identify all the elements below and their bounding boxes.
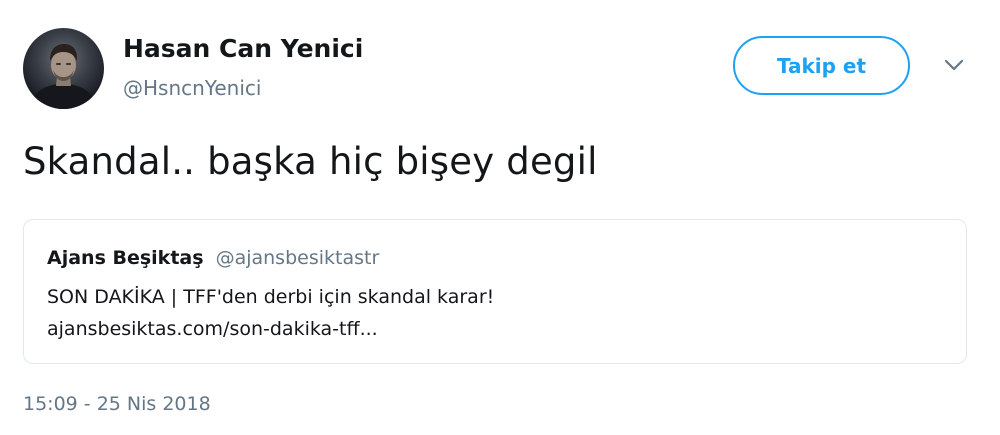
tweet-text: Skandal.. başka hiç bişey degil bbox=[23, 140, 598, 183]
tweet-timestamp[interactable]: 15:09 - 25 Nis 2018 bbox=[23, 393, 211, 415]
author-avatar[interactable] bbox=[23, 28, 104, 109]
quoted-tweet-header: Ajans Beşiktaş @ajansbesiktastr bbox=[47, 247, 379, 269]
author-handle[interactable]: @HsncnYenici bbox=[123, 76, 261, 100]
author-name[interactable]: Hasan Can Yenici bbox=[123, 34, 363, 63]
tweet-card: Hasan Can Yenici @HsncnYenici Takip et S… bbox=[0, 0, 1000, 435]
quoted-tweet[interactable]: Ajans Beşiktaş @ajansbesiktastr SON DAKİ… bbox=[23, 219, 967, 364]
avatar-photo bbox=[29, 44, 98, 109]
quoted-author-handle: @ajansbesiktastr bbox=[215, 247, 380, 269]
chevron-down-icon[interactable] bbox=[943, 58, 965, 72]
quoted-tweet-text: SON DAKİKA | TFF'den derbi için skandal … bbox=[47, 286, 495, 308]
quoted-author-name: Ajans Beşiktaş bbox=[47, 247, 204, 269]
follow-button[interactable]: Takip et bbox=[733, 36, 910, 95]
quoted-tweet-link[interactable]: ajansbesiktas.com/son-dakika-tff... bbox=[47, 318, 378, 340]
